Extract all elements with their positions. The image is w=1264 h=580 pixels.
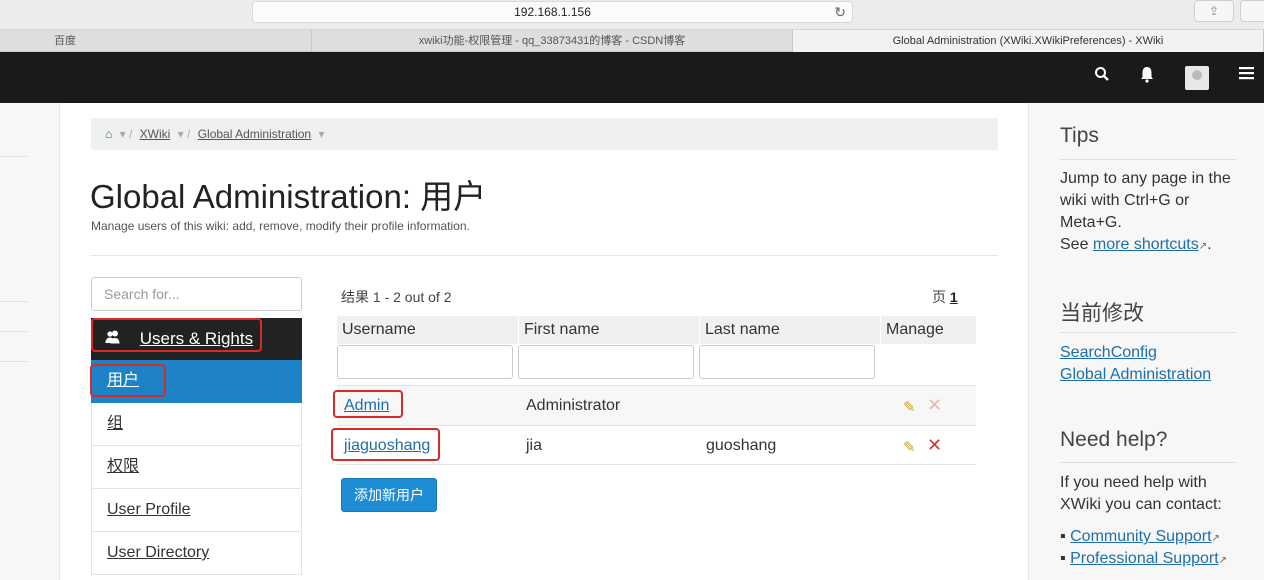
left-panel-edge <box>0 103 60 580</box>
menu-item-user-profile[interactable]: User Profile <box>91 489 302 532</box>
edge-divider <box>0 331 28 332</box>
admin-search-input[interactable]: Search for... <box>91 277 302 311</box>
page-number-link[interactable]: 1 <box>950 289 958 305</box>
share-button[interactable]: ⇪ <box>1194 0 1234 22</box>
external-link-icon: ↗ <box>1218 555 1228 566</box>
browser-tab-csdn[interactable]: xwiki功能-权限管理 - qq_33873431的博客 - CSDN博客 <box>312 30 793 52</box>
username-cell: Admin <box>344 386 389 426</box>
menu-item-user-directory[interactable]: User Directory <box>91 532 302 575</box>
home-icon[interactable]: ⌂ <box>105 127 112 141</box>
page-label: 页 <box>932 289 946 305</box>
help-text: If you need help with XWiki you can cont… <box>1060 474 1222 513</box>
bell-icon[interactable] <box>1139 66 1155 88</box>
pencil-icon[interactable]: ✎ <box>903 398 916 416</box>
first-name-cell: Administrator <box>526 397 621 414</box>
menu-header-label: Users & Rights <box>139 329 254 348</box>
username-cell: jiaguoshang <box>344 426 430 466</box>
reload-icon[interactable]: ↻ <box>834 2 846 22</box>
close-icon: ✕ <box>927 395 943 415</box>
breadcrumb-separator: ▾ / <box>177 127 191 141</box>
browser-toolbar: 192.168.1.156 ↻ ⇪ <box>0 0 1264 30</box>
external-link-icon: ↗ <box>1211 533 1220 544</box>
more-shortcuts-link[interactable]: more shortcuts <box>1093 236 1199 253</box>
last-name-cell: guoshang <box>706 437 777 454</box>
help-link-community: ▪ Community Support↗ <box>1060 528 1220 545</box>
breadcrumb: ⌂ ▾ / XWiki ▾ / Global Administration ▾ <box>91 118 998 150</box>
menu-item-groups[interactable]: 组 <box>91 403 302 446</box>
column-header-last-name[interactable]: Last name <box>699 316 880 344</box>
avatar[interactable] <box>1185 66 1209 90</box>
page-title: Global Administration: 用户 <box>90 178 487 215</box>
breadcrumb-global-admin[interactable]: Global Administration <box>198 127 311 141</box>
divider <box>1060 332 1236 333</box>
divider <box>1060 159 1236 160</box>
tips-see-line: See more shortcuts↗. <box>1060 236 1212 253</box>
xwiki-topbar <box>0 52 1264 103</box>
tab-strip: 百度 xwiki功能-权限管理 - qq_33873431的博客 - CSDN博… <box>0 30 1264 52</box>
users-icon <box>105 318 123 360</box>
chevron-down-icon[interactable]: ▾ <box>318 127 324 141</box>
filter-last-name-input[interactable] <box>699 345 875 379</box>
edge-divider <box>0 301 28 302</box>
search-icon[interactable] <box>1094 66 1110 87</box>
table-row: Admin Administrator ✎ ✕ <box>337 385 976 425</box>
close-icon[interactable]: ✕ <box>927 435 942 456</box>
recent-changes-title: 当前修改 <box>1060 302 1144 325</box>
pencil-icon[interactable]: ✎ <box>903 438 916 456</box>
address-bar[interactable]: 192.168.1.156 ↻ <box>252 1 853 23</box>
tab-overview-button[interactable] <box>1240 0 1264 22</box>
menu-header-users-rights[interactable]: Users & Rights <box>91 318 302 360</box>
table-header: Username First name Last name Manage <box>337 316 976 344</box>
page-description: Manage users of this wiki: add, remove, … <box>91 219 470 233</box>
breadcrumb-separator: ▾ / <box>119 127 133 141</box>
browser-tab-baidu[interactable]: 百度 <box>0 30 312 52</box>
edge-divider <box>0 361 28 362</box>
pagination: 页 1 <box>932 287 958 307</box>
share-icon: ⇪ <box>1208 4 1220 18</box>
divider <box>91 255 998 256</box>
result-count: 结果 1 - 2 out of 2 <box>341 289 452 305</box>
recent-link-searchconfig: SearchConfig <box>1060 344 1157 361</box>
column-header-first-name[interactable]: First name <box>518 316 699 344</box>
hamburger-icon[interactable] <box>1239 66 1254 85</box>
filter-first-name-input[interactable] <box>518 345 694 379</box>
add-user-button[interactable]: 添加新用户 <box>341 478 437 512</box>
column-header-username[interactable]: Username <box>337 316 517 344</box>
breadcrumb-xwiki[interactable]: XWiki <box>140 127 171 141</box>
username-link[interactable]: jiaguoshang <box>344 437 430 454</box>
external-link-icon: ↗ <box>1198 241 1208 252</box>
first-name-cell: jia <box>526 437 543 454</box>
address-text: 192.168.1.156 <box>514 5 591 19</box>
recent-link-global-admin: Global Administration <box>1060 366 1212 383</box>
username-link[interactable]: Admin <box>344 397 389 414</box>
browser-tab-xwiki[interactable]: Global Administration (XWiki.XWikiPrefer… <box>793 30 1264 52</box>
tips-text: Jump to any page in the wiki with Ctrl+G… <box>1060 170 1231 231</box>
menu-item-users[interactable]: 用户 <box>91 360 302 403</box>
help-title: Need help? <box>1060 428 1168 451</box>
table-row: jiaguoshang jia guoshang ✎ ✕ <box>337 425 976 465</box>
help-link-professional: ▪ Professional Support↗ <box>1060 550 1228 567</box>
menu-item-rights[interactable]: 权限 <box>91 446 302 489</box>
filter-username-input[interactable] <box>337 345 513 379</box>
edge-divider <box>0 156 28 157</box>
divider <box>1060 462 1236 463</box>
tips-title: Tips <box>1060 124 1099 147</box>
column-header-manage: Manage <box>880 316 976 344</box>
